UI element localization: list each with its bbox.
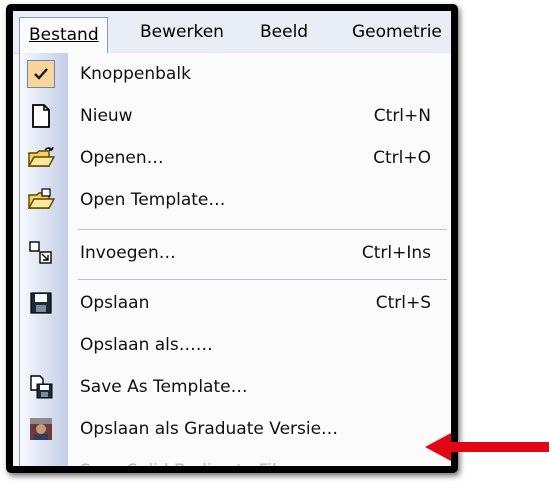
shortcut-label: Ctrl+Ins [361, 243, 431, 263]
application-window: Bestand Bewerken Beeld Geometrie Knoppen… [13, 11, 451, 466]
graduate-icon [26, 414, 56, 444]
menu-item-label: Nieuw [80, 106, 133, 126]
open-folder-icon [26, 143, 56, 173]
menu-bewerken[interactable]: Bewerken [140, 11, 224, 53]
save-template-icon [26, 372, 56, 402]
menu-item-opslaan-als[interactable]: Opslaan als…… [20, 324, 451, 366]
menu-item-opslaan-als-graduate-versie[interactable]: Opslaan als Graduate Versie… [20, 408, 451, 450]
new-document-icon [26, 101, 56, 131]
menu-item-label: Openen… [80, 148, 164, 168]
menu-bewerken-label: Bewerken [140, 22, 224, 42]
menu-item-openen[interactable]: Openen… Ctrl+O [20, 137, 451, 179]
menu-separator [78, 279, 447, 280]
menu-item-label: Opslaan als…… [80, 335, 213, 355]
menu-bestand-label: Bestand [29, 25, 99, 45]
shortcut-label: Ctrl+S [375, 293, 431, 313]
save-disk-icon [26, 288, 56, 318]
menu-beeld-label: Beeld [260, 22, 309, 42]
menu-geometrie[interactable]: Geometrie [352, 11, 442, 53]
menu-item-label: Opslaan als Graduate Versie… [80, 419, 339, 439]
checkmark-icon [26, 59, 56, 89]
menu-item-label: Open Template… [80, 190, 226, 210]
menu-item-save-solid-bodies: Save Solid Bodies to Files [20, 450, 451, 466]
menu-item-label: Invoegen… [80, 243, 176, 263]
bestand-dropdown-menu: Knoppenbalk Nieuw Ctrl+N Openen… Ctrl+O … [19, 53, 451, 466]
menu-item-invoegen[interactable]: Invoegen… Ctrl+Ins [20, 232, 451, 274]
red-arrow-icon [425, 433, 549, 461]
screenshot-frame: Bestand Bewerken Beeld Geometrie Knoppen… [6, 4, 458, 473]
menu-separator [78, 229, 447, 230]
menu-beeld[interactable]: Beeld [260, 11, 308, 53]
insert-icon [26, 238, 56, 268]
menu-geometrie-label: Geometrie [352, 22, 442, 42]
menu-item-label: Opslaan [80, 293, 150, 313]
shortcut-label: Ctrl+O [373, 148, 431, 168]
menu-item-label: Knoppenbalk [80, 64, 191, 84]
menu-item-open-template[interactable]: Open Template… [20, 179, 451, 221]
menu-item-label: Save As Template… [80, 377, 248, 397]
menu-item-label: Save Solid Bodies to Files [80, 450, 296, 466]
menu-bestand[interactable]: Bestand [19, 17, 108, 54]
menu-item-save-as-template[interactable]: Save As Template… [20, 366, 451, 408]
menu-bar: Bestand Bewerken Beeld Geometrie [13, 11, 451, 54]
menu-item-knoppenbalk[interactable]: Knoppenbalk [20, 53, 451, 95]
menu-item-nieuw[interactable]: Nieuw Ctrl+N [20, 95, 451, 137]
open-template-icon [26, 185, 56, 215]
menu-item-opslaan[interactable]: Opslaan Ctrl+S [20, 282, 451, 324]
shortcut-label: Ctrl+N [373, 106, 431, 126]
